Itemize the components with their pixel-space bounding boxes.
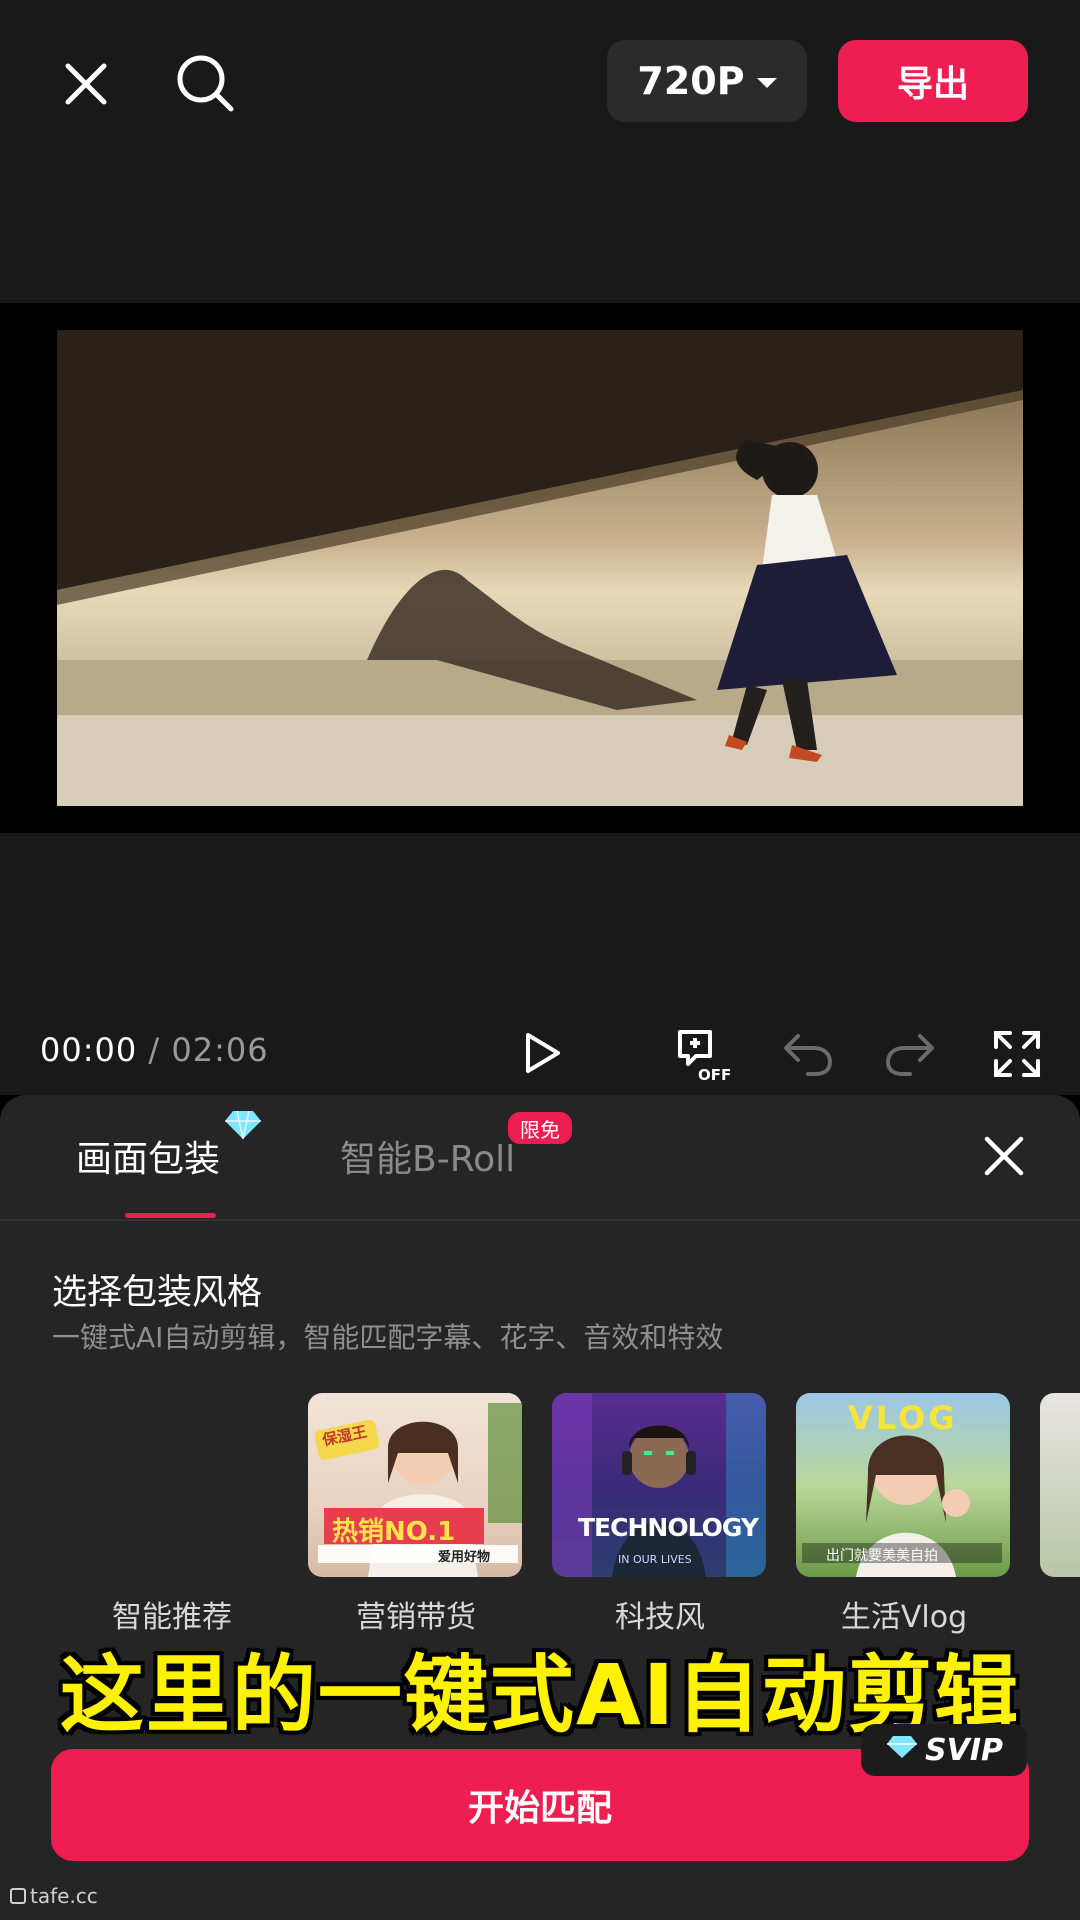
active-tab-indicator	[125, 1213, 216, 1218]
timecode: 00:00 / 02:06	[40, 1031, 269, 1069]
thumb-headline: 热销NO.1	[332, 1517, 456, 1547]
play-icon[interactable]	[514, 1025, 570, 1081]
thumb-sub: 爱用好物	[438, 1550, 491, 1565]
watermark: tafe.cc	[10, 1884, 98, 1908]
diamond-icon	[222, 1108, 264, 1142]
style-card-vlog[interactable]: VLOG 出门就要美美自拍	[796, 1393, 1010, 1577]
panel-divider	[0, 1219, 1080, 1221]
app-screen: 720P 导出 00:00 / 02:06 OFF 画面包装 智能B-Roll …	[0, 0, 1080, 1920]
tab-smart-broll[interactable]: 智能B-Roll	[340, 1130, 515, 1182]
section-title: 选择包装风格	[52, 1273, 263, 1313]
redo-icon[interactable]	[884, 1028, 936, 1078]
fullscreen-icon[interactable]	[990, 1027, 1044, 1081]
chevron-down-icon	[756, 78, 777, 88]
tab-screen-packaging[interactable]: 画面包装	[76, 1130, 220, 1182]
undo-icon[interactable]	[782, 1028, 834, 1078]
thumb-sub: IN OUR LIVES	[618, 1553, 692, 1566]
watermark-text: tafe.cc	[30, 1884, 98, 1908]
current-time: 00:00	[40, 1031, 138, 1069]
svip-badge: SVIP	[861, 1724, 1027, 1776]
total-time: 02:06	[171, 1031, 269, 1069]
resolution-label: 720P	[637, 59, 745, 103]
style-card-marketing[interactable]: 保湿王 热销NO.1 爱用好物	[308, 1393, 522, 1577]
svip-label: SVIP	[925, 1732, 1003, 1768]
thumb-sub: 出门就要美美自拍	[826, 1548, 938, 1564]
video-preview[interactable]	[57, 330, 1023, 806]
thumb-headline: VLOG	[848, 1399, 958, 1437]
limited-free-badge: 限免	[508, 1112, 572, 1144]
off-label: OFF	[698, 1066, 731, 1082]
close-icon[interactable]	[56, 54, 116, 114]
style-card-partial[interactable]	[1040, 1393, 1080, 1577]
search-icon[interactable]	[172, 50, 238, 116]
watermark-logo-icon	[10, 1888, 26, 1904]
section-subtitle: 一键式AI自动剪辑，智能匹配字幕、花字、音效和特效	[52, 1321, 724, 1354]
time-separator: /	[148, 1031, 161, 1069]
export-button[interactable]: 导出	[838, 40, 1028, 122]
diamond-icon	[885, 1733, 919, 1768]
panel-close-icon[interactable]	[980, 1132, 1028, 1180]
resolution-dropdown[interactable]: 720P	[607, 40, 807, 122]
thumb-headline: TECHNOLOGY	[578, 1513, 759, 1542]
keyframe-off-icon[interactable]: OFF	[676, 1026, 736, 1082]
style-card-tech[interactable]: TECHNOLOGY IN OUR LIVES	[552, 1393, 766, 1577]
